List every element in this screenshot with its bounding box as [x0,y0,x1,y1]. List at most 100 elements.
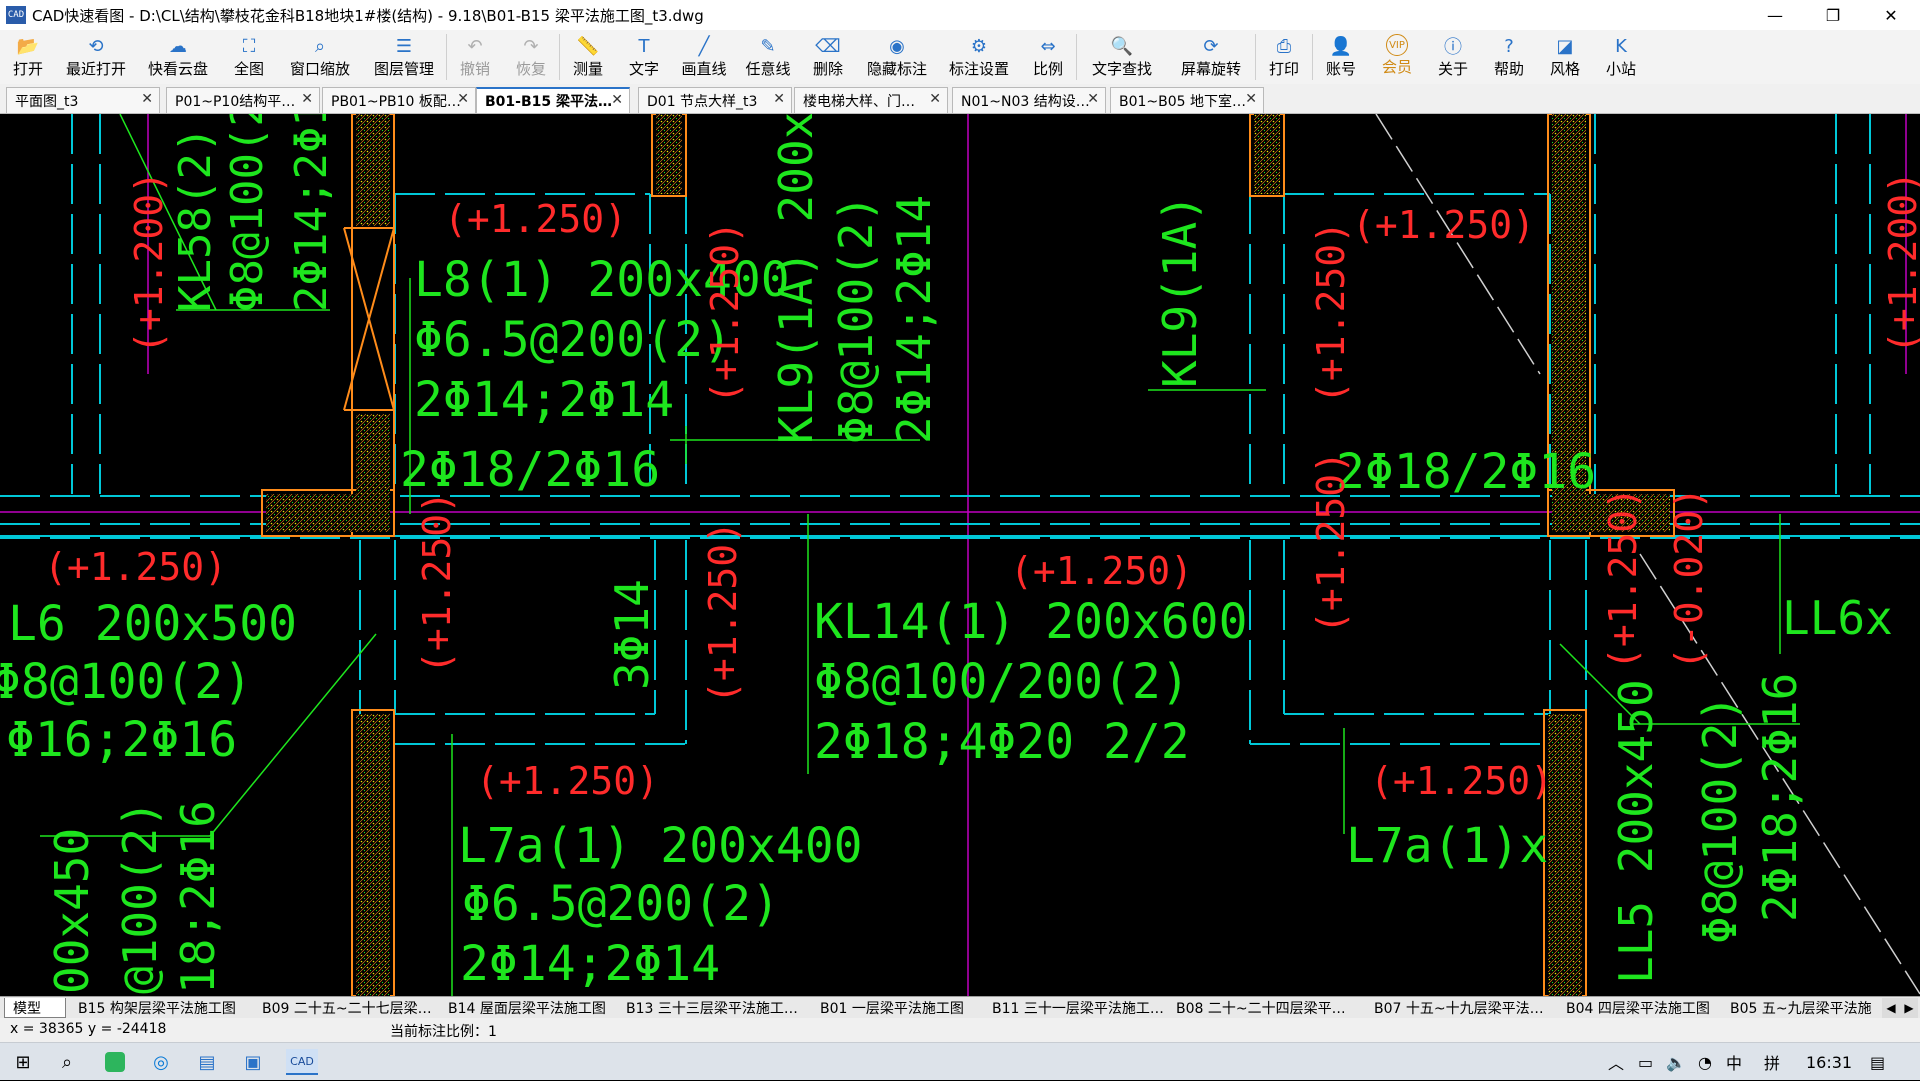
minimize-button[interactable]: — [1746,0,1804,30]
document-tab-label: B01~B05 地下室… [1119,93,1247,110]
close-button[interactable]: ✕ [1862,0,1920,30]
l8-stirrup: Φ6.5@200(2) [414,312,732,368]
toolbar-eye-hide-button[interactable]: ◉ 隐藏标注 [856,30,938,84]
toolbar-account-button[interactable]: 👤 账号 [1313,30,1369,84]
layout-tab[interactable]: B14 屋面层梁平法施工图 [440,998,614,1018]
cad-drawing: KL58(2) 20 Φ8@100(2) 2Φ14;2Φ16 (+1.200) … [0,114,1920,996]
style-icon: ◪ [1556,35,1574,57]
document-tab[interactable]: N01~N03 结构设… ✕ [952,87,1106,113]
layout-tab[interactable]: B01 一层梁平法施工图 [812,998,980,1018]
clock[interactable]: 16:31 [1806,1043,1852,1081]
edge-browser-icon[interactable]: ◎ [148,1049,174,1075]
document-tab[interactable]: 平面图_t3 ✕ [6,87,160,113]
toolbar-fit-screen-button[interactable]: ⛶ 全图 [220,30,278,84]
wechat-icon[interactable] [105,1052,125,1072]
restore-button[interactable]: ❐ [1804,0,1862,30]
help-icon: ? [1504,35,1514,57]
close-tab-icon[interactable]: ✕ [929,91,941,107]
toolbar-measure-button[interactable]: 📏 测量 [560,30,616,84]
toolbar-eraser-button[interactable]: ⌫ 删除 [800,30,856,84]
tray-overflow-icon[interactable]: ︿ [1608,1043,1624,1081]
close-tab-icon[interactable]: ✕ [611,92,623,108]
toolbar-label: 删除 [812,60,843,78]
layout-scroll-right-icon[interactable]: ▶ [1900,998,1918,1018]
battery-icon[interactable]: ▭ [1638,1043,1653,1081]
toolbar-text-search-button[interactable]: 🔍 文字查找 [1077,30,1167,84]
toolbar-help-button[interactable]: ? 帮助 [1481,30,1537,84]
ll5-name: LL5 200x450 [1609,679,1663,984]
line-icon: ╱ [698,35,710,57]
toolbar-history-button[interactable]: ⟲ 最近打开 [56,30,136,84]
ime-mode[interactable]: 拼 [1764,1043,1780,1081]
toolbar-undo-button[interactable]: ↶ 撤销 [447,30,503,84]
layout-tab[interactable]: B05 五~九层梁平法施 [1722,998,1882,1018]
window-controls: — ❐ ✕ [1746,0,1920,30]
elev-ll-vert: (+1.250) [1601,487,1645,670]
toolbar-cloud-button[interactable]: ☁ 快看云盘 [136,30,220,84]
toolbar-rotate-screen-button[interactable]: ⟳ 屏幕旋转 [1167,30,1255,84]
status-bar: x = 38365 y = -24418 当前标注比例：1 [0,1018,1920,1042]
l7a-elevation: (+1.250) [476,759,659,803]
toolbar-label: 标注设置 [948,60,1009,78]
layout-tab-model[interactable]: 模型 [4,998,66,1018]
close-tab-icon[interactable]: ✕ [141,91,153,107]
measure-icon: 📏 [576,35,600,57]
document-tab[interactable]: PB01~PB10 板配… ✕ [322,87,476,113]
toolbar-info-button[interactable]: ⓘ 关于 [1425,30,1481,84]
toolbar-annotation-settings-button[interactable]: ⚙ 标注设置 [938,30,1020,84]
document-tab[interactable]: B01-B15 梁平法… ✕ [476,87,630,113]
toolbar-label: 图层管理 [373,60,434,78]
text-search-icon: 🔍 [1110,35,1134,57]
toolbar-redo-button[interactable]: ↷ 恢复 [503,30,559,84]
elev-neg020: (-0.020) [1667,487,1711,670]
layout-tab[interactable]: B15 构架层梁平法施工图 [70,998,250,1018]
toolbar-scale-button[interactable]: ⇔ 比例 [1020,30,1076,84]
network-icon[interactable]: ◔ [1698,1043,1712,1081]
close-tab-icon[interactable]: ✕ [1087,91,1099,107]
start-icon[interactable]: ⊞ [10,1049,36,1075]
search-icon[interactable]: ⌕ [54,1049,80,1075]
close-tab-icon[interactable]: ✕ [457,91,469,107]
ime-language[interactable]: 中 [1726,1043,1742,1081]
toolbar-zoom-window-button[interactable]: ⌕ 窗口缩放 [278,30,362,84]
layout-tab[interactable]: B08 二十~二十四层梁平… [1168,998,1362,1018]
toolbar-label: 比例 [1032,60,1063,78]
l6-elevation: (+1.250) [44,545,227,589]
toolbar-line-button[interactable]: ╱ 画直线 [672,30,736,84]
notification-icon[interactable]: ▤ [1870,1043,1885,1081]
toolbar-folder-button[interactable]: 📂 打开 [0,30,56,84]
document-tab[interactable]: D01 节点大样_t3 ✕ [638,87,792,113]
zoom-window-icon: ⌕ [314,35,326,57]
elev-right-top: (+1.250) [1352,203,1535,247]
calendar-app-icon[interactable]: ▣ [240,1049,266,1075]
layout-tab[interactable]: B13 三十三层梁平法施工… [618,998,808,1018]
document-tab[interactable]: B01~B05 地下室… ✕ [1110,87,1264,113]
kl9-name: KL9(1A) 200x400 [769,114,823,444]
layout-tab[interactable]: B07 十五~十九层梁平法… [1366,998,1554,1018]
cad-viewer-taskbar-icon[interactable]: CAD [286,1049,318,1075]
layout-tab[interactable]: B09 二十五~二十七层梁… [254,998,436,1018]
toolbar-layers-button[interactable]: ☰ 图层管理 [362,30,446,84]
document-tab[interactable]: 楼电梯大样、门… ✕ [794,87,948,113]
notepad-icon[interactable]: ▤ [194,1049,220,1075]
cad-canvas[interactable]: KL58(2) 20 Φ8@100(2) 2Φ14;2Φ16 (+1.200) … [0,114,1920,996]
document-tab-label: B01-B15 梁平法… [485,94,612,110]
volume-icon[interactable]: 🔈 [1666,1043,1686,1081]
kl9-stirrup: Φ8@100(2) [829,195,883,444]
layout-tab[interactable]: B11 三十一层梁平法施工… [984,998,1164,1018]
document-tabs: 平面图_t3 ✕ P01~P10结构平… ✕ PB01~PB10 板配… ✕ B01-B15… [0,84,1920,114]
close-tab-icon[interactable]: ✕ [773,91,785,107]
document-tab[interactable]: P01~P10结构平… ✕ [166,87,320,113]
close-tab-icon[interactable]: ✕ [301,91,313,107]
toolbar-station-button[interactable]: K 小站 [1593,30,1649,84]
toolbar-text-button[interactable]: T 文字 [616,30,672,84]
toolbar-label: 打印 [1268,60,1299,78]
l8-elevation: (+1.250) [444,197,627,241]
toolbar-style-button[interactable]: ◪ 风格 [1537,30,1593,84]
layout-scroll-left-icon[interactable]: ◀ [1882,998,1900,1018]
toolbar-printer-button[interactable]: ⎙ 打印 [1256,30,1312,84]
toolbar-vip-button[interactable]: VIP 会员 [1369,30,1425,84]
close-tab-icon[interactable]: ✕ [1245,91,1257,107]
toolbar-pen-button[interactable]: ✎ 任意线 [736,30,800,84]
layout-tab[interactable]: B04 四层梁平法施工图 [1558,998,1718,1018]
